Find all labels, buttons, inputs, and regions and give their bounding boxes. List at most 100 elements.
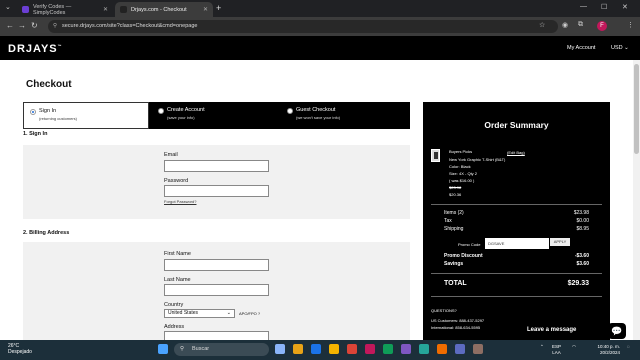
- currency-label: USD: [611, 45, 623, 51]
- row-value: $0.00: [576, 218, 589, 224]
- chrome-icon[interactable]: [329, 344, 339, 354]
- app-icon[interactable]: [347, 344, 357, 354]
- chat-icon[interactable]: 💬: [608, 323, 626, 339]
- simplycodes-favicon-icon: [22, 6, 29, 13]
- method-sign-in[interactable]: Sign In (returning customers): [23, 102, 149, 129]
- reload-icon[interactable]: ↻: [31, 21, 38, 30]
- chrome-profile-icon[interactable]: [365, 344, 375, 354]
- country-value: United States: [168, 310, 199, 316]
- last-name-field[interactable]: [164, 284, 269, 296]
- password-field[interactable]: [164, 185, 269, 197]
- apply-promo-button[interactable]: APPLY: [550, 238, 570, 246]
- file-explorer-icon[interactable]: [293, 344, 303, 354]
- row-label: Promo Discount: [444, 253, 483, 259]
- new-tab-icon[interactable]: +: [216, 3, 221, 13]
- shipping-row: Shipping $8.95: [444, 226, 589, 232]
- product-brand: Buyers Picks: [449, 149, 473, 154]
- international-phone[interactable]: International: 858-634-5595: [431, 325, 480, 330]
- back-icon[interactable]: ←: [6, 21, 14, 30]
- promo-code-input[interactable]: DGSAVE: [485, 238, 549, 249]
- product-new-price: $20.36: [449, 192, 462, 197]
- chrome-profile-icon[interactable]: [437, 344, 447, 354]
- leave-message-link[interactable]: Leave a message: [527, 327, 576, 333]
- product-thumbnail[interactable]: [431, 149, 440, 162]
- site-info-icon[interactable]: ⚲: [53, 20, 57, 33]
- clock-date: 20/2/2024: [599, 349, 620, 355]
- search-label: Buscar: [192, 346, 210, 352]
- radio-create-account[interactable]: [158, 108, 164, 114]
- scrollbar-thumb[interactable]: [634, 64, 639, 154]
- windows-start-icon[interactable]: [158, 344, 168, 354]
- forgot-password-link[interactable]: Forgot Password?: [164, 199, 196, 204]
- apo-fpo-label[interactable]: APO/FPO ?: [239, 311, 260, 316]
- notification-icon[interactable]: ◌: [627, 344, 630, 350]
- bookmark-star-icon[interactable]: ☆: [539, 21, 545, 29]
- first-name-field[interactable]: [164, 259, 269, 271]
- minimize-icon[interactable]: —: [580, 3, 587, 10]
- product-name: New York Graphic T-Shirt (B&T): [449, 157, 506, 162]
- close-tab-icon[interactable]: ✕: [103, 6, 108, 13]
- page-title: Checkout: [26, 79, 72, 90]
- tab-search-icon[interactable]: ⌄: [5, 3, 11, 11]
- method-sublabel: (save your info): [167, 115, 195, 120]
- us-phone[interactable]: US Customers: 888-437-5297: [431, 318, 484, 323]
- chrome-profile-icon[interactable]: [419, 344, 429, 354]
- task-view-icon[interactable]: [275, 344, 285, 354]
- maximize-icon[interactable]: ☐: [601, 3, 607, 11]
- email-field[interactable]: [164, 160, 269, 172]
- method-label: Create Account: [167, 107, 205, 113]
- row-value: -$3.60: [574, 253, 589, 259]
- address-field[interactable]: [164, 331, 269, 340]
- edit-bag-link[interactable]: (Edit Bag): [507, 150, 525, 155]
- method-guest-checkout[interactable]: Guest Checkout (we won't save your info): [281, 102, 410, 129]
- clock[interactable]: 10:40 p. m. 20/2/2024: [584, 344, 620, 355]
- site-header: [0, 36, 640, 60]
- total-value: $29.33: [567, 280, 589, 287]
- signin-panel: [23, 145, 410, 219]
- drjays-logo[interactable]: DRJAYS™: [8, 43, 63, 55]
- close-tab-icon[interactable]: ✕: [203, 6, 208, 13]
- network-icon[interactable]: ◠: [572, 344, 576, 350]
- order-summary: Order Summary Buyers Picks (Edit Bag) Ne…: [423, 102, 610, 340]
- search-icon: ⚲: [180, 346, 185, 352]
- first-name-label: First Name: [164, 251, 191, 257]
- product-was-price: ( was $16.00 ): [449, 178, 475, 183]
- method-sublabel: (returning customers): [39, 116, 78, 121]
- last-name-label: Last Name: [164, 277, 191, 283]
- forward-icon[interactable]: →: [18, 21, 26, 30]
- taskbar-search[interactable]: ⚲ Buscar: [174, 343, 269, 356]
- address-bar[interactable]: ⚲ secure.drjays.com/site?class=Checkout&…: [48, 20, 558, 33]
- weather-widget[interactable]: 26°C Despejado: [8, 343, 32, 355]
- radio-guest-checkout[interactable]: [287, 108, 293, 114]
- my-account-link[interactable]: My Account: [567, 45, 595, 51]
- method-create-account[interactable]: Create Account (save your info): [152, 102, 280, 129]
- page-scrollbar[interactable]: [633, 60, 640, 340]
- promo-discount-row: Promo Discount -$3.60: [444, 253, 589, 259]
- close-window-icon[interactable]: ✕: [622, 3, 628, 11]
- extension-icon[interactable]: ◉: [562, 21, 568, 29]
- row-value: $8.95: [576, 226, 589, 232]
- tray-expand-icon[interactable]: ⌃: [540, 344, 544, 350]
- drjays-favicon-icon: [120, 6, 127, 13]
- chrome-profile-icon[interactable]: [473, 344, 483, 354]
- billing-section-title: 2. Billing Address: [23, 230, 70, 236]
- product-color: Color: Black: [449, 164, 471, 169]
- extensions-puzzle-icon[interactable]: ⧉: [578, 21, 583, 29]
- tab-title: Drjays.com - Checkout: [131, 6, 187, 13]
- tab-simplycodes[interactable]: Verify Codes — SimplyCodes ✕: [17, 2, 113, 17]
- app-icon[interactable]: [311, 344, 321, 354]
- chevron-down-icon: ⌄: [624, 45, 629, 51]
- logo-text: DRJAYS: [8, 43, 58, 55]
- country-select[interactable]: United States ⌄: [164, 309, 235, 318]
- email-label: Email: [164, 152, 178, 158]
- currency-selector[interactable]: USD ⌄: [611, 45, 629, 51]
- profile-avatar[interactable]: F: [597, 21, 607, 31]
- chrome-profile-icon[interactable]: [383, 344, 393, 354]
- chrome-profile-icon[interactable]: [401, 344, 411, 354]
- tab-drjays-checkout[interactable]: Drjays.com - Checkout ✕: [115, 2, 213, 17]
- radio-sign-in[interactable]: [30, 109, 36, 115]
- chrome-profile-icon[interactable]: [455, 344, 465, 354]
- language-indicator[interactable]: ESP LAA: [552, 344, 561, 355]
- browser-tab-strip: ⌄ Verify Codes — SimplyCodes ✕ Drjays.co…: [0, 0, 640, 17]
- menu-kebab-icon[interactable]: ⋮: [627, 21, 634, 29]
